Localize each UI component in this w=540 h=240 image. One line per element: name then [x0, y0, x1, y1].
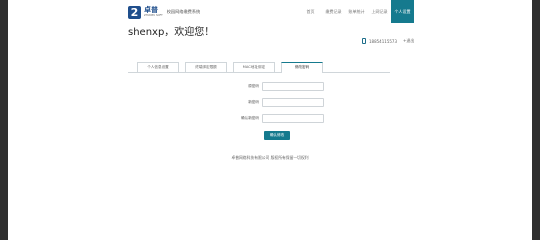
system-name: 校园网络缴费系统	[166, 9, 201, 14]
logo[interactable]: 2 卓普 ZHUOPU SOFT 校园网络缴费系统	[128, 4, 200, 20]
greeting: shenxp，欢迎您！	[128, 27, 215, 38]
new-password-row: 新密码	[223, 98, 324, 107]
user-info: 18854115573 +退出	[362, 38, 414, 44]
new-password-field[interactable]	[262, 98, 324, 107]
confirm-password-label: 确认新密码	[241, 116, 259, 120]
new-password-label: 新密码	[248, 100, 259, 104]
phone-number: 18854115573	[369, 38, 397, 44]
tab-terminal-binding[interactable]: 终端绑定限额	[185, 62, 227, 72]
old-password-label: 原密码	[248, 84, 259, 88]
logo-icon: 2	[128, 5, 141, 19]
header: 2 卓普 ZHUOPU SOFT 校园网络缴费系统 首页 缴费记录 账单统计 上…	[8, 0, 532, 23]
old-password-field[interactable]	[262, 82, 324, 91]
nav-item-home[interactable]: 首页	[299, 0, 322, 23]
confirm-password-field[interactable]	[262, 114, 324, 123]
top-nav: 首页 缴费记录 账单统计 上网记录 个人设置	[299, 0, 414, 23]
logo-brand: 卓普	[144, 5, 158, 14]
logo-subtitle: ZHUOPU SOFT	[144, 13, 163, 17]
settings-tabs: 个人信息设置 终端绑定限额 MAC地址绑定 修改密码	[128, 62, 390, 73]
logout-link[interactable]: +退出	[403, 38, 414, 44]
tab-personal-info[interactable]: 个人信息设置	[137, 62, 179, 72]
footer-copyright: 卓普网络科技有限公司 版权所有保留一切权利	[231, 155, 309, 160]
nav-item-internet-records[interactable]: 上网记录	[368, 0, 391, 23]
confirm-password-row: 确认新密码	[223, 114, 324, 123]
confirm-change-button[interactable]: 确认修改	[264, 131, 290, 140]
logo-text: 卓普 ZHUOPU SOFT	[144, 5, 163, 18]
phone-icon	[362, 38, 366, 44]
tab-mac-binding[interactable]: MAC地址绑定	[233, 62, 275, 72]
nav-item-bill-stats[interactable]: 账单统计	[345, 0, 368, 23]
page: 2 卓普 ZHUOPU SOFT 校园网络缴费系统 首页 缴费记录 账单统计 上…	[8, 0, 532, 240]
tab-change-password[interactable]: 修改密码	[281, 62, 323, 73]
nav-item-personal-settings[interactable]: 个人设置	[391, 0, 414, 23]
old-password-row: 原密码	[223, 82, 324, 91]
nav-item-payment-records[interactable]: 缴费记录	[322, 0, 345, 23]
